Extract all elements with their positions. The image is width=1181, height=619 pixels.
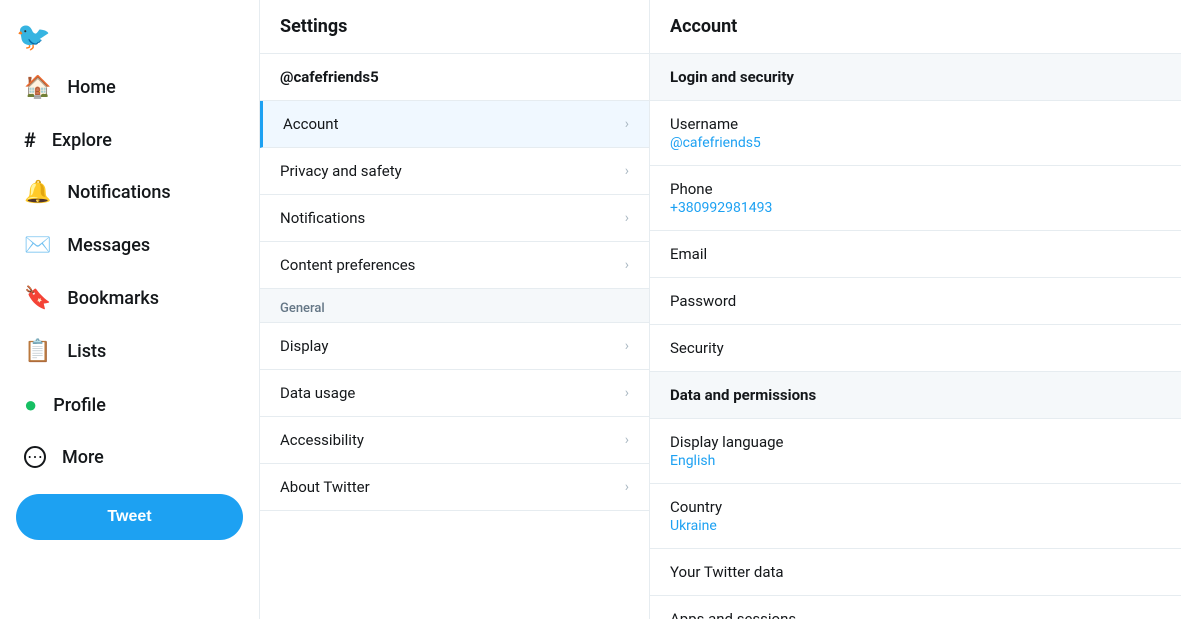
settings-item-accessibility[interactable]: Accessibility › [260,417,649,464]
sidebar-item-notifications[interactable]: 🔔 Notifications [8,168,251,217]
settings-item-account-label: Account [283,115,339,133]
settings-item-data-usage-label: Data usage [280,384,355,402]
home-icon: 🏠 [24,75,51,100]
more-icon: ⋯ [24,446,46,468]
chevron-right-icon: › [625,432,629,448]
sidebar-item-bookmarks[interactable]: 🔖 Bookmarks [8,274,251,323]
account-apps-sessions-item[interactable]: Apps and sessions [650,596,1181,619]
phone-label: Phone [670,180,1161,198]
sidebar-item-lists[interactable]: 📋 Lists [8,327,251,376]
sidebar-label-lists: Lists [67,341,106,362]
chevron-right-icon: › [625,163,629,179]
settings-item-content-label: Content preferences [280,256,415,274]
email-label: Email [670,245,1161,263]
sidebar-item-explore[interactable]: # Explore [8,116,251,164]
login-security-title: Login and security [650,54,1181,101]
settings-item-about[interactable]: About Twitter › [260,464,649,511]
sidebar-label-messages: Messages [67,235,150,256]
username-label: Username [670,115,1161,133]
list-icon: 📋 [24,339,51,364]
username-value: @cafefriends5 [670,135,1161,151]
settings-item-privacy[interactable]: Privacy and safety › [260,148,649,195]
settings-item-notifications-label: Notifications [280,209,365,227]
sidebar-label-profile: Profile [53,395,106,416]
settings-item-accessibility-label: Accessibility [280,431,364,449]
settings-item-account[interactable]: Account › [260,101,649,148]
account-panel: Account Login and security Username @caf… [650,0,1181,619]
account-username-item[interactable]: Username @cafefriends5 [650,101,1181,166]
country-value: Ukraine [670,518,1161,534]
sidebar-item-home[interactable]: 🏠 Home [8,63,251,112]
settings-item-data-usage[interactable]: Data usage › [260,370,649,417]
display-language-value: English [670,453,1161,469]
mail-icon: ✉️ [24,233,51,258]
phone-value: +380992981493 [670,200,1161,216]
password-label: Password [670,292,1161,310]
twitter-data-label: Your Twitter data [670,563,1161,581]
chevron-right-icon: › [625,116,629,132]
profile-icon: ● [24,392,37,418]
account-password-item[interactable]: Password [650,278,1181,325]
sidebar-label-notifications: Notifications [67,182,170,203]
display-language-label: Display language [670,433,1161,451]
general-section-label: General [260,289,649,323]
country-label: Country [670,498,1161,516]
tweet-button[interactable]: Tweet [16,494,243,540]
account-header: Account [650,0,1181,54]
account-security-item[interactable]: Security [650,325,1181,372]
sidebar-item-profile[interactable]: ● Profile [8,380,251,430]
sidebar: 🐦 🏠 Home # Explore 🔔 Notifications ✉️ Me… [0,0,260,619]
settings-item-privacy-label: Privacy and safety [280,162,402,180]
twitter-logo: 🐦 [0,8,259,61]
account-phone-item[interactable]: Phone +380992981493 [650,166,1181,231]
chevron-right-icon: › [625,338,629,354]
chevron-right-icon: › [625,210,629,226]
sidebar-label-more: More [62,447,104,468]
sidebar-item-messages[interactable]: ✉️ Messages [8,221,251,270]
sidebar-item-more[interactable]: ⋯ More [8,434,251,480]
sidebar-label-bookmarks: Bookmarks [67,288,159,309]
sidebar-label-explore: Explore [52,130,112,151]
account-country-item[interactable]: Country Ukraine [650,484,1181,549]
bookmark-icon: 🔖 [24,286,51,311]
settings-item-display[interactable]: Display › [260,323,649,370]
bell-icon: 🔔 [24,180,51,205]
sidebar-label-home: Home [67,77,115,98]
explore-icon: # [24,128,36,152]
settings-username: @cafefriends5 [260,54,649,101]
data-permissions-title: Data and permissions [650,372,1181,419]
chevron-right-icon: › [625,479,629,495]
account-email-item[interactable]: Email [650,231,1181,278]
settings-panel: Settings @cafefriends5 Account › Privacy… [260,0,650,619]
settings-item-content[interactable]: Content preferences › [260,242,649,289]
apps-sessions-label: Apps and sessions [670,610,1161,619]
settings-item-notifications[interactable]: Notifications › [260,195,649,242]
settings-item-about-label: About Twitter [280,478,370,496]
settings-header: Settings [260,0,649,54]
chevron-right-icon: › [625,257,629,273]
security-label: Security [670,339,1161,357]
chevron-right-icon: › [625,385,629,401]
account-twitter-data-item[interactable]: Your Twitter data [650,549,1181,596]
settings-item-display-label: Display [280,337,328,355]
account-display-language-item[interactable]: Display language English [650,419,1181,484]
